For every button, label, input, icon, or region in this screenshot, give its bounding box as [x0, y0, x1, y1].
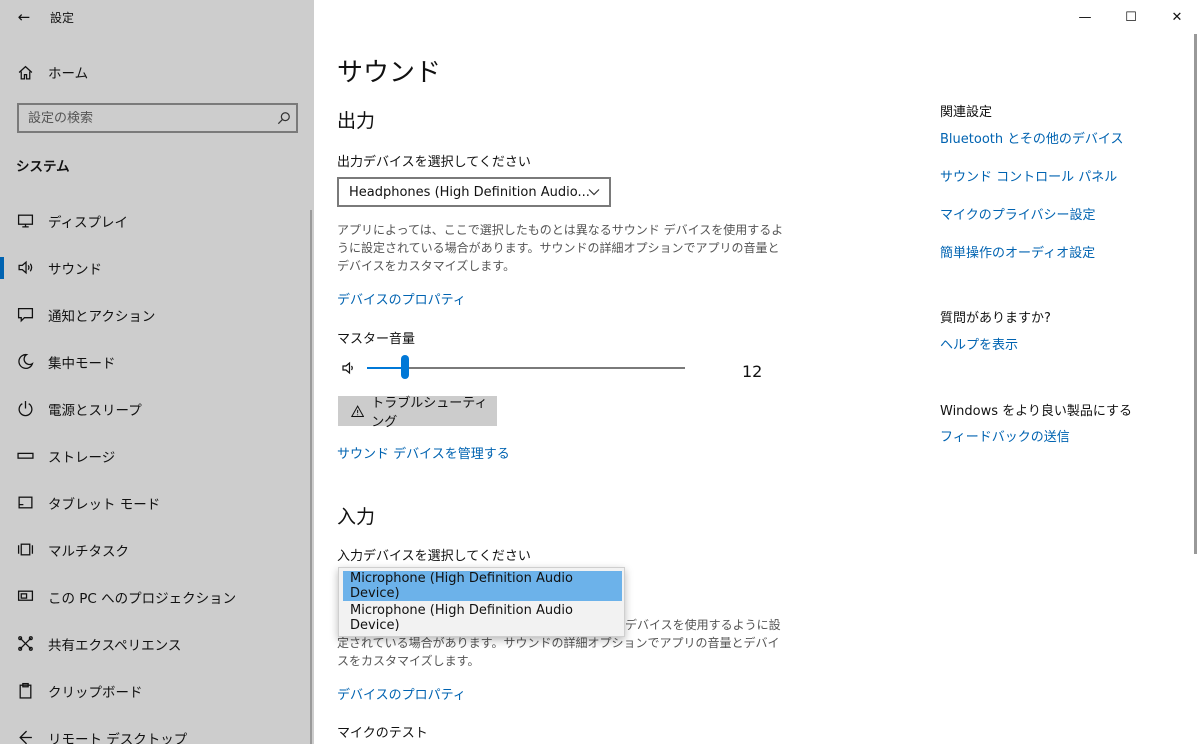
- sidebar-item-notifications[interactable]: 通知とアクション: [0, 291, 314, 338]
- share-icon: [16, 635, 34, 653]
- search-icon[interactable]: [272, 111, 296, 125]
- main-scrollbar[interactable]: [1194, 34, 1197, 554]
- sidebar-item-label: ストレージ: [48, 449, 116, 466]
- sidebar-item-label: ディスプレイ: [48, 214, 129, 231]
- sidebar-item-storage[interactable]: ストレージ: [0, 432, 314, 479]
- sidebar-item-sound[interactable]: サウンド: [0, 244, 314, 291]
- help-link[interactable]: ヘルプを表示: [940, 334, 1018, 353]
- sidebar-item-projection[interactable]: この PC へのプロジェクション: [0, 573, 314, 620]
- sidebar-item-label: 集中モード: [48, 355, 116, 372]
- maximize-icon: ☐: [1125, 9, 1137, 25]
- output-device-dropdown[interactable]: Headphones (High Definition Audio...: [337, 177, 611, 207]
- window-controls: — ☐ ✕: [1062, 0, 1200, 34]
- sidebar-item-label: 共有エクスペリエンス: [48, 637, 182, 654]
- projection-icon: [16, 588, 34, 606]
- maximize-button[interactable]: ☐: [1108, 0, 1154, 34]
- sidebar-item-multitask[interactable]: マルチタスク: [0, 526, 314, 573]
- input-device-option[interactable]: Microphone (High Definition Audio Device…: [343, 571, 622, 601]
- remote-icon: [16, 729, 34, 744]
- sidebar-item-power[interactable]: 電源とスリープ: [0, 385, 314, 432]
- related-link-sound-control-panel[interactable]: サウンド コントロール パネル: [940, 166, 1117, 185]
- related-link-bluetooth[interactable]: Bluetooth とその他のデバイス: [940, 128, 1123, 147]
- sidebar-item-focus[interactable]: 集中モード: [0, 338, 314, 385]
- sidebar-item-label: マルチタスク: [48, 543, 129, 560]
- main-content: — ☐ ✕ サウンド 出力 出力デバイスを選択してください Headphones…: [314, 0, 1200, 744]
- input-device-option[interactable]: Microphone (High Definition Audio Device…: [343, 603, 622, 633]
- home-label: ホーム: [48, 66, 89, 82]
- output-device-properties-link[interactable]: デバイスのプロパティ: [337, 289, 466, 308]
- sidebar-item-tablet[interactable]: タブレット モード: [0, 479, 314, 526]
- moon-icon: [16, 353, 34, 371]
- output-device-value: Headphones (High Definition Audio...: [349, 184, 590, 200]
- display-icon: [16, 212, 34, 230]
- volume-value: 12: [742, 362, 763, 381]
- speaker-icon: [16, 259, 34, 277]
- power-icon: [16, 400, 34, 418]
- back-button[interactable]: ←: [0, 0, 48, 34]
- manage-sound-devices-link[interactable]: サウンド デバイスを管理する: [337, 443, 510, 462]
- troubleshoot-label: トラブルシューティング: [371, 396, 488, 430]
- sidebar-item-remote-desktop[interactable]: リモート デスクトップ: [0, 714, 314, 744]
- input-heading: 入力: [337, 506, 376, 528]
- title-bar: ← 設定: [0, 0, 314, 34]
- related-settings-title: 関連設定: [940, 105, 993, 120]
- master-volume-label: マスター音量: [337, 332, 416, 347]
- sidebar-item-label: リモート デスクトップ: [48, 731, 188, 744]
- sidebar-item-label: 電源とスリープ: [48, 402, 142, 419]
- storage-icon: [16, 447, 34, 465]
- feedback-link[interactable]: フィードバックの送信: [940, 426, 1070, 445]
- sidebar-item-clipboard[interactable]: クリップボード: [0, 667, 314, 714]
- troubleshoot-button[interactable]: トラブルシューティング: [338, 396, 497, 430]
- sidebar-item-home[interactable]: ホーム: [0, 55, 314, 89]
- sidebar-item-shared-experiences[interactable]: 共有エクスペリエンス: [0, 620, 314, 667]
- related-link-ease-of-access-audio[interactable]: 簡単操作のオーディオ設定: [940, 242, 1095, 261]
- sidebar-section-title: システム: [16, 159, 70, 175]
- output-description: アプリによっては、ここで選択したものとは異なるサウンド デバイスを使用するように…: [337, 223, 784, 273]
- mic-test-label: マイクのテスト: [337, 726, 428, 741]
- warning-icon: [351, 404, 365, 417]
- related-link-mic-privacy[interactable]: マイクのプライバシー設定: [940, 204, 1095, 223]
- close-button[interactable]: ✕: [1154, 0, 1200, 34]
- sidebar-item-label: この PC へのプロジェクション: [48, 590, 237, 607]
- minimize-button[interactable]: —: [1062, 0, 1108, 34]
- input-device-label: 入力デバイスを選択してください: [337, 549, 531, 564]
- chevron-down-icon: [588, 189, 600, 196]
- back-arrow-icon: ←: [17, 8, 31, 26]
- close-icon: ✕: [1171, 9, 1183, 25]
- output-heading: 出力: [337, 110, 376, 132]
- tablet-icon: [16, 494, 34, 512]
- sidebar-item-label: クリップボード: [48, 684, 143, 701]
- sidebar: ← 設定 ホーム システム ディスプレイ サウンド 通知とアクション 集中モード: [0, 0, 314, 744]
- clipboard-icon: [16, 682, 34, 700]
- sidebar-item-display[interactable]: ディスプレイ: [0, 197, 314, 244]
- home-icon: [16, 63, 34, 81]
- search-box[interactable]: [17, 103, 298, 133]
- volume-slider-fill: [367, 367, 406, 369]
- settings-search-input[interactable]: [19, 110, 272, 126]
- sidebar-item-label: タブレット モード: [48, 496, 161, 513]
- feedback-title: Windows をより良い製品にする: [940, 404, 1133, 419]
- page-title: サウンド: [337, 58, 442, 88]
- input-device-dropdown-list[interactable]: Microphone (High Definition Audio Device…: [338, 567, 625, 637]
- sidebar-item-label: 通知とアクション: [48, 308, 156, 325]
- master-volume-slider[interactable]: [367, 355, 685, 379]
- sidebar-scrollbar[interactable]: [310, 210, 312, 744]
- minimize-icon: —: [1078, 9, 1092, 25]
- volume-slider-thumb[interactable]: [401, 355, 410, 379]
- sidebar-nav-list: ディスプレイ サウンド 通知とアクション 集中モード 電源とスリープ ストレージ…: [0, 197, 314, 744]
- question-title: 質問がありますか?: [940, 311, 1051, 326]
- notification-icon: [16, 306, 34, 324]
- volume-icon[interactable]: [341, 360, 357, 376]
- sidebar-item-label: サウンド: [48, 261, 102, 278]
- input-device-properties-link[interactable]: デバイスのプロパティ: [337, 684, 466, 703]
- app-title: 設定: [50, 10, 75, 25]
- multitask-icon: [16, 541, 34, 559]
- output-device-label: 出力デバイスを選択してください: [337, 155, 531, 170]
